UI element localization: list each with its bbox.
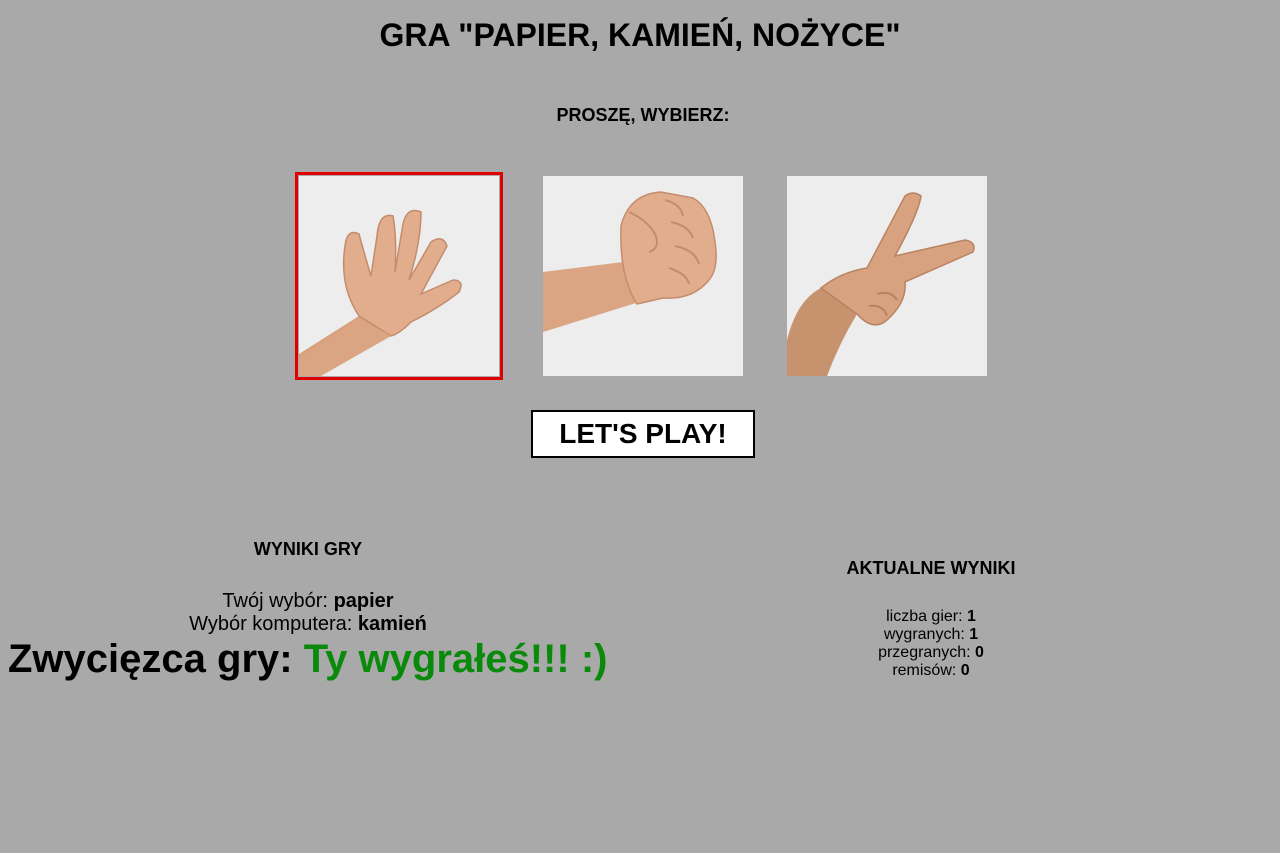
stat-draws-value: 0 — [960, 662, 970, 679]
stat-wins: wygranych: 1 — [796, 626, 1066, 644]
victory-hand-icon — [787, 176, 987, 376]
choose-prompt: PROSZĘ, WYBIERZ: — [556, 105, 730, 125]
stat-wins-label: wygranych: — [883, 626, 965, 643]
stat-draws-label: remisów: — [892, 662, 957, 679]
stat-games-value: 1 — [967, 608, 976, 625]
stat-games-label: liczba gier: — [886, 608, 963, 625]
stat-draws: remisów: 0 — [796, 662, 1066, 680]
fist-icon — [543, 176, 743, 376]
stat-losses: przegranych: 0 — [796, 644, 1066, 662]
choice-scissors-image[interactable] — [787, 176, 987, 376]
computer-choice-label: Wybór komputera: — [189, 613, 353, 635]
stat-games: liczba gier: 1 — [796, 608, 1066, 626]
your-choice-line: Twój wybór: papier — [8, 590, 608, 613]
your-choice-value: papier — [333, 590, 394, 612]
winner-line: Zwycięzca gry: Ty wygrałeś!!! :) — [8, 636, 607, 682]
your-choice-label: Twój wybór: — [222, 590, 328, 612]
choice-rock-image[interactable] — [543, 176, 743, 376]
winner-label: Zwycięzca gry: — [8, 637, 293, 681]
winner-message: Ty wygrałeś!!! :) — [303, 637, 608, 681]
stat-wins-value: 1 — [969, 626, 979, 643]
current-stats-title: AKTUALNE WYNIKI — [846, 558, 1016, 578]
game-results-title: WYNIKI GRY — [253, 539, 363, 559]
lets-play-button[interactable]: LET'S PLAY! — [531, 410, 755, 458]
choice-paper-image[interactable] — [295, 172, 503, 380]
open-hand-icon — [299, 176, 499, 376]
stat-losses-label: przegranych: — [878, 644, 971, 661]
computer-choice-value: kamień — [357, 613, 427, 635]
stat-losses-value: 0 — [975, 644, 984, 661]
game-title: GRA "PAPIER, KAMIEŃ, NOŻYCE" — [379, 17, 901, 53]
computer-choice-line: Wybór komputera: kamień — [8, 613, 608, 636]
